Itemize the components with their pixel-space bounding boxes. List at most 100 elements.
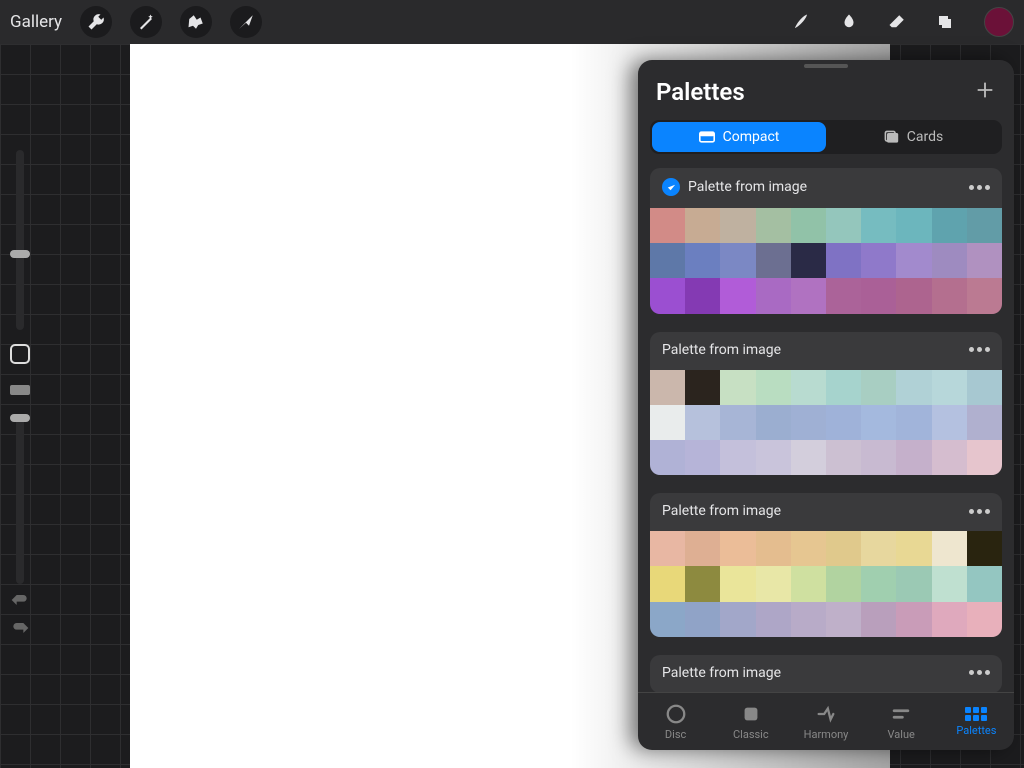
color-swatch[interactable] — [685, 370, 720, 405]
color-swatch[interactable] — [932, 566, 967, 601]
color-swatch[interactable] — [896, 566, 931, 601]
color-swatch[interactable] — [791, 370, 826, 405]
wrench-icon[interactable] — [80, 6, 112, 38]
color-swatch[interactable] — [967, 370, 1002, 405]
color-swatch[interactable] — [685, 566, 720, 601]
color-swatch[interactable] — [932, 370, 967, 405]
tab-classic[interactable]: Classic — [713, 693, 788, 750]
color-swatch[interactable] — [791, 208, 826, 243]
color-swatch[interactable] — [896, 208, 931, 243]
color-swatch[interactable] — [896, 370, 931, 405]
color-swatch[interactable] — [720, 370, 755, 405]
color-swatch[interactable] — [650, 566, 685, 601]
more-icon[interactable] — [969, 185, 990, 190]
palette-name[interactable]: Palette from image — [688, 179, 961, 195]
color-swatch[interactable] — [685, 440, 720, 475]
layers-icon[interactable] — [936, 13, 954, 31]
color-swatch[interactable] — [861, 531, 896, 566]
color-swatch[interactable] — [685, 208, 720, 243]
color-swatch[interactable] — [861, 208, 896, 243]
color-swatch[interactable] — [932, 531, 967, 566]
color-swatch[interactable] — [861, 602, 896, 637]
opacity-slider[interactable] — [16, 414, 24, 584]
slider-thumb[interactable] — [10, 414, 30, 422]
color-swatch[interactable] — [967, 208, 1002, 243]
color-swatch[interactable] — [861, 278, 896, 313]
add-palette-button[interactable] — [974, 79, 996, 105]
color-swatch[interactable] — [720, 405, 755, 440]
color-swatch[interactable] — [967, 602, 1002, 637]
color-circle[interactable] — [984, 7, 1014, 37]
color-swatch[interactable] — [650, 440, 685, 475]
slider-thumb[interactable] — [10, 250, 30, 258]
tab-palettes[interactable]: Palettes — [939, 693, 1014, 750]
color-swatch[interactable] — [756, 370, 791, 405]
color-swatch[interactable] — [967, 278, 1002, 313]
color-swatch[interactable] — [791, 440, 826, 475]
color-swatch[interactable] — [650, 243, 685, 278]
color-swatch[interactable] — [685, 405, 720, 440]
color-swatch[interactable] — [826, 602, 861, 637]
color-swatch[interactable] — [756, 440, 791, 475]
color-swatch[interactable] — [826, 243, 861, 278]
color-swatch[interactable] — [650, 531, 685, 566]
cards-tab[interactable]: Cards — [826, 122, 1000, 152]
color-swatch[interactable] — [720, 566, 755, 601]
color-swatch[interactable] — [756, 405, 791, 440]
color-swatch[interactable] — [861, 566, 896, 601]
color-swatch[interactable] — [720, 208, 755, 243]
color-swatch[interactable] — [756, 243, 791, 278]
magic-icon[interactable] — [130, 6, 162, 38]
eraser-icon[interactable] — [888, 13, 906, 31]
color-swatch[interactable] — [967, 243, 1002, 278]
color-swatch[interactable] — [932, 208, 967, 243]
more-icon[interactable] — [969, 347, 990, 352]
color-swatch[interactable] — [756, 566, 791, 601]
color-swatch[interactable] — [967, 566, 1002, 601]
palette-name[interactable]: Palette from image — [662, 503, 961, 519]
color-swatch[interactable] — [967, 531, 1002, 566]
palette-name[interactable]: Palette from image — [662, 665, 961, 681]
color-swatch[interactable] — [791, 531, 826, 566]
color-swatch[interactable] — [650, 405, 685, 440]
color-swatch[interactable] — [932, 602, 967, 637]
color-swatch[interactable] — [932, 278, 967, 313]
color-swatch[interactable] — [826, 370, 861, 405]
color-swatch[interactable] — [896, 405, 931, 440]
color-swatch[interactable] — [826, 405, 861, 440]
color-swatch[interactable] — [861, 370, 896, 405]
color-swatch[interactable] — [896, 278, 931, 313]
color-swatch[interactable] — [896, 602, 931, 637]
square-outline-icon[interactable] — [8, 342, 32, 366]
color-swatch[interactable] — [932, 440, 967, 475]
color-swatch[interactable] — [720, 531, 755, 566]
color-swatch[interactable] — [932, 405, 967, 440]
color-swatch[interactable] — [826, 208, 861, 243]
color-swatch[interactable] — [756, 278, 791, 313]
drag-handle-icon[interactable] — [804, 64, 848, 68]
color-swatch[interactable] — [791, 243, 826, 278]
arrow-icon[interactable] — [230, 6, 262, 38]
color-swatch[interactable] — [896, 531, 931, 566]
color-swatch[interactable] — [650, 602, 685, 637]
color-swatch[interactable] — [650, 208, 685, 243]
color-swatch[interactable] — [861, 405, 896, 440]
color-swatch[interactable] — [756, 531, 791, 566]
color-swatch[interactable] — [826, 278, 861, 313]
color-swatch[interactable] — [967, 405, 1002, 440]
redo-icon[interactable] — [10, 620, 30, 640]
undo-icon[interactable] — [10, 592, 30, 612]
tab-disc[interactable]: Disc — [638, 693, 713, 750]
color-swatch[interactable] — [791, 602, 826, 637]
color-swatch[interactable] — [861, 440, 896, 475]
palette-name[interactable]: Palette from image — [662, 342, 961, 358]
color-swatch[interactable] — [756, 602, 791, 637]
color-swatch[interactable] — [826, 566, 861, 601]
tab-harmony[interactable]: Harmony — [788, 693, 863, 750]
color-swatch[interactable] — [896, 440, 931, 475]
color-swatch[interactable] — [720, 243, 755, 278]
color-swatch[interactable] — [826, 531, 861, 566]
color-swatch[interactable] — [720, 602, 755, 637]
color-swatch[interactable] — [650, 278, 685, 313]
color-swatch[interactable] — [756, 208, 791, 243]
